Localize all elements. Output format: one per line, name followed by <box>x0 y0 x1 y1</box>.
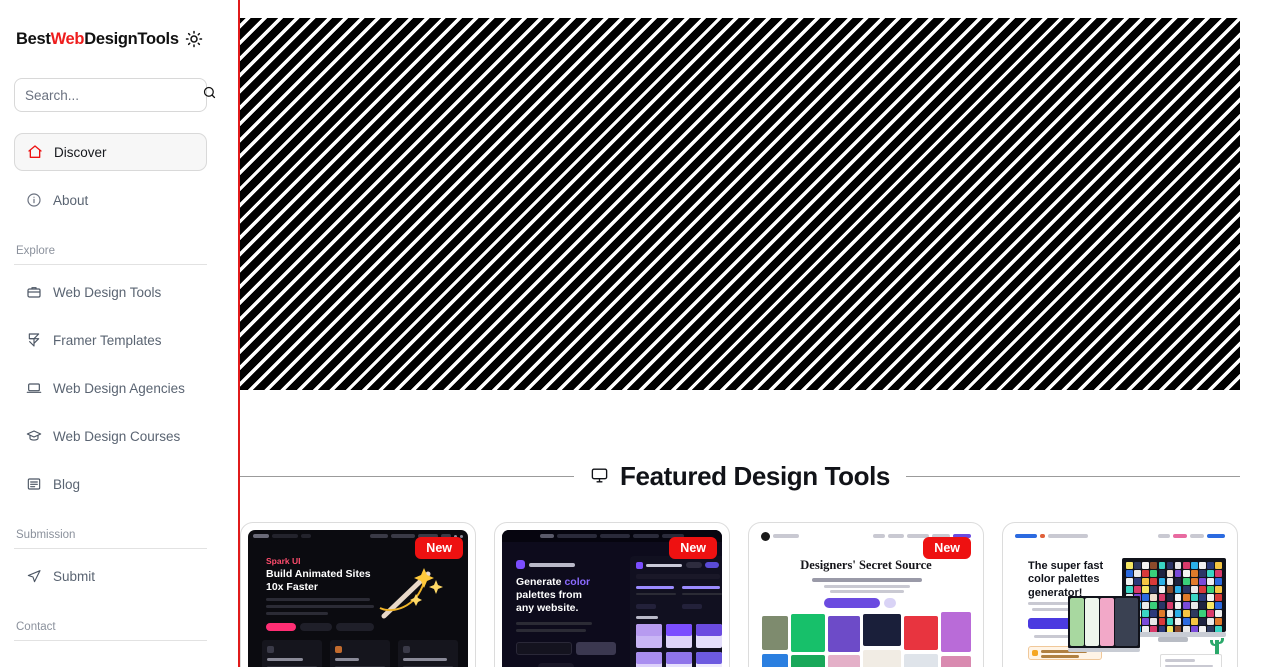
featured-heading-row: Featured Design Tools <box>240 461 1240 492</box>
laptop-icon <box>25 380 42 397</box>
logo-part-best: Best <box>16 29 51 48</box>
hero-buttons: Submit listing Subscribe <box>595 280 885 321</box>
featured-heading-text: Featured Design Tools <box>620 461 890 491</box>
info-icon <box>25 192 42 209</box>
panel-divider <box>238 0 240 667</box>
sidebar-item-label: Web Design Courses <box>53 428 181 444</box>
sidebar-item-about[interactable]: About <box>14 181 207 219</box>
sidebar-item-label: Framer Templates <box>53 332 162 348</box>
sidebar-item-discover[interactable]: Discover <box>14 133 207 171</box>
status-badge: New <box>415 537 463 559</box>
briefcase-icon <box>25 284 42 301</box>
hero-title-line1-b: The Best <box>746 87 964 147</box>
sidebar-item-blog[interactable]: Blog <box>14 465 207 503</box>
sidebar-item-web-design-agencies[interactable]: Web Design Agencies <box>14 369 207 407</box>
sun-icon[interactable] <box>183 28 205 50</box>
main-content: Discover The Best Webdesign Tools Discove… <box>221 0 1275 667</box>
hero-title-line1-a: Discover <box>517 87 747 147</box>
sidebar-item-label: Blog <box>53 476 81 492</box>
hero-banner: Discover The Best Webdesign Tools Discove… <box>240 18 1240 390</box>
hero-content: Discover The Best Webdesign Tools Discove… <box>240 18 1240 390</box>
sidebar-item-label: Web Design Tools <box>53 284 162 300</box>
subscribe-button[interactable]: Subscribe <box>767 280 885 321</box>
section-label-contact: Contact <box>14 621 207 641</box>
hero-title-accent: Webdesign <box>530 148 805 208</box>
brand-row: BestWebDesignTools <box>14 0 207 78</box>
featured-cards: New Spark UI Build Animated Sites 10x Fa… <box>240 522 1240 667</box>
hero-subtitle: Discover the best webdesign tools, frame… <box>465 233 1015 248</box>
article-icon <box>25 476 42 493</box>
logo-part-designtools: DesignTools <box>84 29 179 48</box>
sidebar-item-framer-templates[interactable]: Framer Templates <box>14 321 207 359</box>
hero-title: Discover The Best Webdesign Tools <box>517 87 964 210</box>
search-box[interactable] <box>14 78 216 112</box>
framer-icon <box>25 332 42 349</box>
logo[interactable]: BestWebDesignTools <box>16 30 179 49</box>
sidebar-item-label: About <box>53 192 89 208</box>
status-badge: New <box>669 537 717 559</box>
search-icon <box>202 85 217 105</box>
search-input[interactable] <box>25 87 202 103</box>
home-icon <box>26 144 43 161</box>
sidebar-item-label: Discover <box>54 144 107 160</box>
divider-right <box>905 476 1240 477</box>
sidebar: BestWebDesignTools Disco <box>0 0 221 667</box>
sidebar-item-label: Submit <box>53 568 96 584</box>
card-colorlabs-design[interactable]: New Generate color palettes from any web… <box>494 522 730 667</box>
submit-listing-button[interactable]: Submit listing <box>595 280 760 321</box>
sidebar-item-label: Web Design Agencies <box>53 380 185 396</box>
send-icon <box>25 568 42 585</box>
card-spark-ui[interactable]: New Spark UI Build Animated Sites 10x Fa… <box>240 522 476 667</box>
featured-heading: Featured Design Tools <box>590 461 890 492</box>
divider-left <box>240 476 575 477</box>
status-badge: New <box>923 537 971 559</box>
card-thumbnail: The super fast color palettes generator! <box>1010 530 1230 667</box>
section-label-submission: Submission <box>14 529 207 549</box>
graduation-cap-icon <box>25 428 42 445</box>
sidebar-item-submit[interactable]: Submit <box>14 557 207 595</box>
card-designers-secret-source[interactable]: New Designers' Secret Source <box>748 522 984 667</box>
logo-part-web: Web <box>50 29 85 48</box>
page-root: BestWebDesignTools Disco <box>0 0 1275 667</box>
monitor-icon <box>590 461 609 492</box>
hero-title-line2-rest: Tools <box>803 148 950 208</box>
section-label-explore: Explore <box>14 245 207 265</box>
sidebar-item-web-design-tools[interactable]: Web Design Tools <box>14 273 207 311</box>
sidebar-item-web-design-courses[interactable]: Web Design Courses <box>14 417 207 455</box>
card-coolors-palette-generator[interactable]: The super fast color palettes generator! <box>1002 522 1238 667</box>
